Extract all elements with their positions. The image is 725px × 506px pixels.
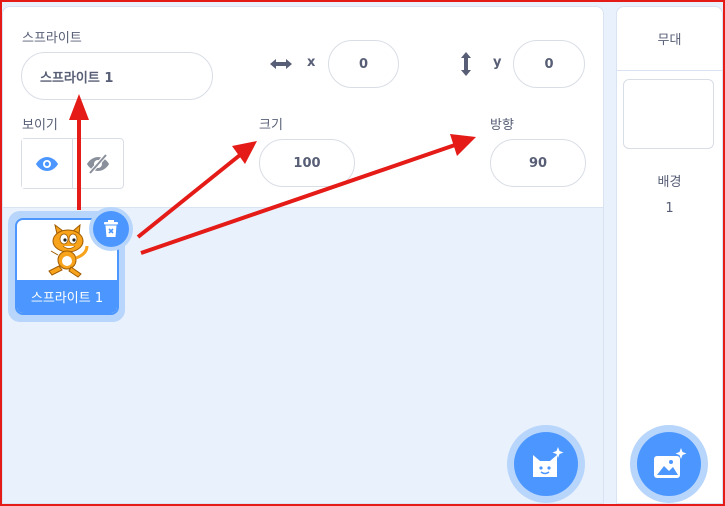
y-input[interactable]: 0 [513,40,585,88]
backdrop-label: 배경 [657,175,682,190]
direction-label: 방향 [490,118,514,133]
size-input[interactable]: 100 [259,139,355,187]
direction-input[interactable]: 90 [490,139,586,187]
horizontal-arrows-icon [270,59,292,69]
stage-header[interactable]: 무대 [617,7,722,71]
sprite-name-label: 스프라이트 [22,31,82,46]
show-label: 보이기 [22,118,58,133]
sprite-name-input[interactable]: 스프라이트 1 [21,52,213,100]
cat-sprite-icon [48,224,89,278]
sprite-info-panel: 스프라이트 스프라이트 1 x 0 y 0 보이기 크기 100 방향 90 [3,7,603,208]
eye-slash-icon [87,153,109,174]
visibility-toggle [21,138,124,189]
eye-icon [36,156,58,171]
backdrop-count: 1 [665,201,674,216]
x-input[interactable]: 0 [328,40,399,88]
stage-thumbnail[interactable] [623,79,714,149]
delete-sprite-button[interactable] [93,211,129,247]
sprite-thumbnail-name: 스프라이트 1 [17,280,117,313]
image-plus-icon [654,448,687,478]
trash-icon [104,220,118,237]
x-label: x [307,55,316,70]
vertical-arrows-icon [461,52,471,76]
show-button[interactable] [22,139,73,188]
size-label: 크기 [259,118,283,133]
cat-plus-icon [533,447,564,477]
add-sprite-button[interactable] [514,432,578,496]
y-label: y [493,55,502,70]
hide-button[interactable] [73,139,123,188]
add-backdrop-button[interactable] [637,432,701,496]
